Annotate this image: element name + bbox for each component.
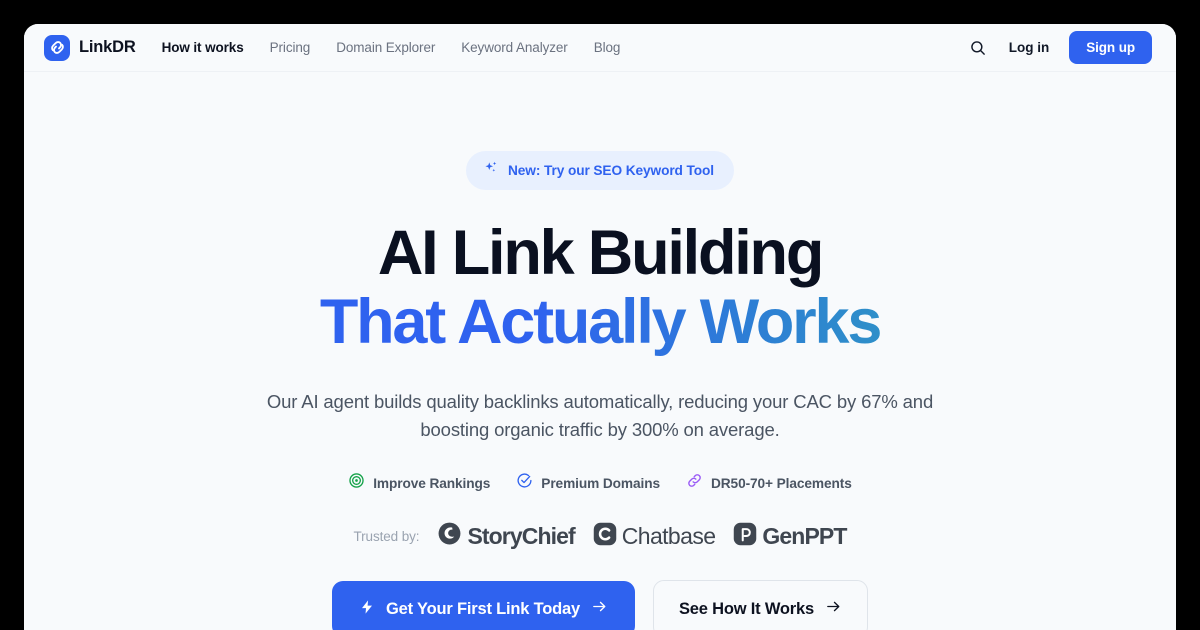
- logo-name-genppt: GenPPT: [762, 522, 847, 549]
- announcement-text: New: Try our SEO Keyword Tool: [508, 163, 714, 178]
- logo-genppt: GenPPT: [733, 522, 847, 551]
- brand-home-link[interactable]: LinkDR: [44, 34, 136, 61]
- feature-label-premium-domains: Premium Domains: [541, 475, 660, 491]
- brand-name: LinkDR: [79, 38, 136, 56]
- check-circle-icon: [516, 472, 533, 494]
- feature-dr-placements: DR50-70+ Placements: [686, 472, 852, 494]
- chatbase-c-mark-icon: [593, 522, 617, 551]
- storychief-face-mark-icon: [437, 521, 462, 551]
- arrow-right-icon: [591, 598, 608, 620]
- signup-button[interactable]: Sign up: [1069, 31, 1152, 64]
- arrow-right-icon: [825, 598, 842, 620]
- chain-link-icon: [686, 472, 703, 494]
- nav-link-keyword-analyzer[interactable]: Keyword Analyzer: [461, 40, 568, 55]
- hero-subheadline: Our AI agent builds quality backlinks au…: [266, 391, 934, 440]
- feature-improve-rankings: Improve Rankings: [348, 472, 490, 494]
- trusted-by-label: Trusted by:: [353, 528, 420, 544]
- login-link[interactable]: Log in: [1009, 40, 1050, 55]
- feature-label-improve-rankings: Improve Rankings: [373, 475, 491, 491]
- nav-link-how-it-works[interactable]: How it works: [162, 40, 244, 55]
- get-first-link-label: Get Your First Link Today: [386, 599, 580, 618]
- get-first-link-button[interactable]: Get Your First Link Today: [332, 581, 635, 630]
- logo-chatbase: Chatbase: [593, 522, 716, 551]
- logo-name-chatbase: Chatbase: [621, 522, 716, 549]
- navbar-actions: Log in Sign up: [967, 31, 1152, 64]
- announcement-badge[interactable]: New: Try our SEO Keyword Tool: [466, 151, 734, 190]
- hero-cta-row: Get Your First Link Today See How It Wor…: [332, 580, 868, 630]
- nav-link-domain-explorer[interactable]: Domain Explorer: [336, 40, 435, 55]
- feature-highlights: Improve Rankings Premium Domains DR50-70…: [348, 472, 852, 494]
- sparkles-icon: [483, 160, 499, 181]
- headline-line-1: AI Link Building: [377, 218, 824, 288]
- headline-line-2: That Actually Works: [319, 287, 883, 357]
- see-how-it-works-label: See How It Works: [679, 599, 814, 618]
- nav-link-blog[interactable]: Blog: [594, 40, 621, 55]
- logo-storychief: StoryChief: [437, 521, 576, 551]
- screenshot-root: LinkDR How it works Pricing Domain Explo…: [0, 0, 1200, 630]
- feature-label-dr-placements: DR50-70+ Placements: [710, 475, 852, 491]
- top-navigation-bar: LinkDR How it works Pricing Domain Explo…: [24, 24, 1176, 72]
- primary-nav-links: How it works Pricing Domain Explorer Key…: [162, 40, 621, 55]
- feature-premium-domains: Premium Domains: [516, 472, 660, 494]
- search-icon[interactable]: [967, 37, 989, 59]
- page-title: AI Link Building That Actually Works: [319, 218, 883, 357]
- linkdr-swirl-logo-icon: [44, 34, 70, 61]
- app-window: LinkDR How it works Pricing Domain Explo…: [24, 24, 1176, 630]
- nav-link-pricing[interactable]: Pricing: [270, 40, 311, 55]
- logo-name-storychief: StoryChief: [467, 522, 575, 549]
- lightning-bolt-icon: [359, 599, 375, 620]
- hero-section: New: Try our SEO Keyword Tool AI Link Bu…: [24, 72, 1176, 630]
- target-icon: [348, 472, 365, 494]
- genppt-p-mark-icon: [733, 522, 757, 551]
- see-how-it-works-button[interactable]: See How It Works: [653, 580, 868, 630]
- trusted-by-row: Trusted by: StoryChief Chatbase GenPPT: [354, 521, 847, 551]
